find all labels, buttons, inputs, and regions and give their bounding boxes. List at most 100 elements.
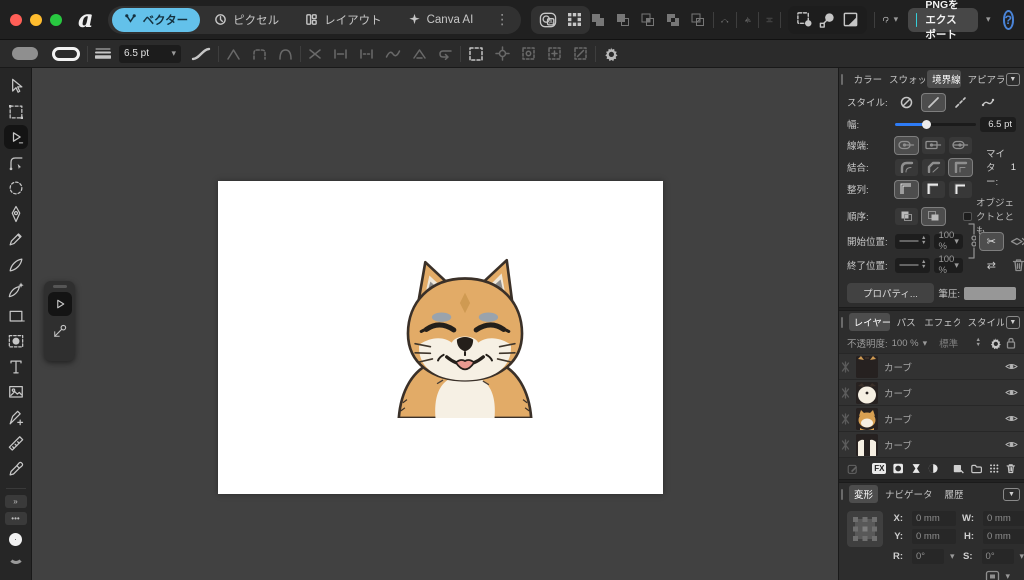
delete-layer-trash-icon[interactable]: [1006, 462, 1016, 475]
pressure-field[interactable]: [964, 287, 1016, 300]
order-behind-button[interactable]: [895, 208, 918, 225]
link-positions-icon[interactable]: [967, 222, 976, 260]
pen-tool[interactable]: [4, 202, 28, 226]
blend-mode-dropdown[interactable]: 標準: [939, 336, 969, 350]
scale-with-object-icon[interactable]: [573, 46, 588, 61]
more-tools-button[interactable]: •••: [5, 512, 27, 525]
window-close-button[interactable]: [10, 14, 22, 26]
history-hook-icon[interactable]: [882, 12, 889, 27]
join-miter-button[interactable]: [949, 159, 972, 176]
pixel-selection-tool[interactable]: [4, 176, 28, 200]
order-front-button[interactable]: [922, 208, 945, 225]
shape-fill-tool[interactable]: [4, 329, 28, 353]
sharp-corner-icon[interactable]: [226, 48, 241, 60]
help-button[interactable]: ?: [1003, 10, 1014, 30]
rectangle-tool[interactable]: [4, 304, 28, 328]
delete-stroke-button[interactable]: [1007, 257, 1024, 274]
break-curve-icon[interactable]: [359, 48, 374, 60]
mask-layer-icon[interactable]: [893, 462, 903, 475]
r-field[interactable]: 0°: [912, 549, 944, 564]
align-center-button[interactable]: [895, 181, 918, 198]
visibility-eye-icon[interactable]: [1005, 440, 1018, 449]
add-layer-icon[interactable]: [953, 463, 964, 475]
transform-mode-chevron[interactable]: ▾: [1005, 571, 1010, 580]
transform-mode-icon[interactable]: [985, 570, 1000, 580]
fill-color-well[interactable]: [8, 548, 24, 564]
join-nodes-icon[interactable]: [333, 48, 348, 60]
layer-thumbnail[interactable]: [856, 382, 878, 404]
panel-drag-handle[interactable]: [841, 317, 843, 328]
tab-appearance[interactable]: アピアラ: [963, 70, 1004, 88]
layer-settings-gear-icon[interactable]: [989, 337, 1002, 350]
measure-tool[interactable]: [4, 431, 28, 455]
opacity-value[interactable]: 100 %: [892, 338, 919, 349]
select-box-icon[interactable]: [468, 46, 484, 62]
tab-color[interactable]: カラー: [849, 70, 882, 88]
snap-to-shape-icon[interactable]: [842, 11, 859, 28]
show-handles-icon[interactable]: [547, 46, 562, 61]
color-picker-tool[interactable]: [4, 457, 28, 481]
blend-stepper[interactable]: ▲▼: [974, 338, 981, 348]
anchor-point-selector[interactable]: [847, 511, 883, 547]
properties-button[interactable]: プロパティ...: [847, 283, 934, 303]
expand-tools-button[interactable]: »: [5, 495, 27, 508]
panel-collapse-button[interactable]: ▼: [1006, 73, 1020, 86]
tab-navigator[interactable]: ナビゲータ: [880, 485, 938, 503]
panel-drag-handle[interactable]: [841, 74, 843, 85]
alignment-icon[interactable]: [766, 14, 773, 26]
boolean-subtract-icon[interactable]: [615, 12, 631, 28]
group-layers-folder-icon[interactable]: [971, 463, 982, 475]
layer-thumbnail[interactable]: [856, 356, 878, 378]
tab-stroke[interactable]: 境界線: [927, 70, 960, 88]
pressure-profile-button[interactable]: [1007, 233, 1024, 250]
smooth-curve-icon[interactable]: [385, 48, 401, 60]
node-tool-flyout-item[interactable]: [48, 292, 72, 316]
persona-tab-vector[interactable]: ベクター: [112, 8, 201, 32]
align-outside-button[interactable]: [949, 181, 972, 198]
end-style-dropdown[interactable]: ▲▼: [895, 258, 930, 273]
tab-transform[interactable]: 変形: [849, 485, 878, 503]
h-field[interactable]: 0 mm: [983, 529, 1024, 544]
boolean-add-icon[interactable]: [590, 12, 606, 28]
style-dashed-button[interactable]: [949, 94, 972, 111]
boolean-divide-icon[interactable]: [690, 12, 706, 28]
flyout-drag-handle[interactable]: [53, 285, 67, 288]
layer-row-1[interactable]: カーブ: [839, 353, 1024, 379]
gear-icon[interactable]: [603, 46, 619, 62]
layer-thumbnail[interactable]: [856, 434, 878, 456]
tab-layers[interactable]: レイヤー: [849, 313, 890, 331]
width-slider[interactable]: [895, 123, 976, 126]
hide-selection-icon[interactable]: [521, 46, 536, 61]
window-zoom-button[interactable]: [50, 14, 62, 26]
tab-effects[interactable]: エフェク: [919, 313, 960, 331]
point-transform-tool[interactable]: [51, 322, 69, 340]
scale-with-object-checkbox[interactable]: [963, 212, 972, 221]
layer-row-4[interactable]: カーブ: [839, 431, 1024, 457]
x-field[interactable]: 0 mm: [912, 511, 956, 526]
export-png-button[interactable]: PNGをエクスポート: [908, 8, 978, 32]
close-curve-icon[interactable]: [308, 48, 322, 60]
adjustment-layer-icon[interactable]: [911, 462, 921, 475]
fill-swatch[interactable]: [12, 47, 38, 60]
stroke-swatch[interactable]: [52, 47, 80, 61]
pattern-dissolve-icon[interactable]: [989, 462, 999, 475]
node-tool[interactable]: [4, 125, 28, 149]
r-dropdown-chevron[interactable]: ▾: [950, 551, 955, 562]
export-dropdown-chevron[interactable]: ▾: [986, 14, 991, 25]
cap-square-button[interactable]: [949, 137, 972, 154]
transform-origin-icon[interactable]: [495, 46, 510, 61]
smooth-corner-icon[interactable]: [252, 48, 267, 60]
tab-paths[interactable]: パス: [892, 313, 918, 331]
width-value-field[interactable]: 6.5 pt: [980, 117, 1016, 132]
join-round-button[interactable]: [895, 159, 918, 176]
cut-curve-button[interactable]: ✂: [980, 233, 1003, 250]
persona-more-menu[interactable]: ⋮: [487, 11, 517, 28]
align-inside-button[interactable]: [922, 181, 945, 198]
visibility-eye-icon[interactable]: [1005, 414, 1018, 423]
lock-icon[interactable]: [1006, 337, 1016, 349]
cap-butt-button[interactable]: [895, 137, 918, 154]
apps-grid-icon[interactable]: [567, 12, 582, 27]
style-brush-button[interactable]: [976, 94, 999, 111]
pencil-tool[interactable]: [4, 227, 28, 251]
cap-round-button[interactable]: [922, 137, 945, 154]
